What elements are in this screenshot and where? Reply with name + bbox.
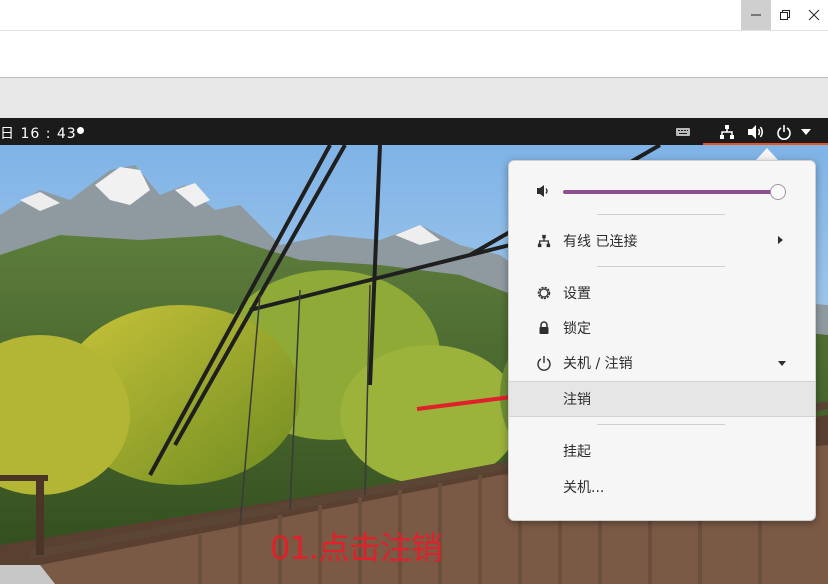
restore-button[interactable] xyxy=(770,0,800,30)
network-wired-icon xyxy=(536,233,552,249)
volume-slider-handle[interactable] xyxy=(769,184,786,200)
minimize-icon xyxy=(751,14,761,16)
system-menu: 有线 已连接 设置 锁定 关机 / 注销 注销 挂起 关机... xyxy=(508,160,816,521)
menu-pointer xyxy=(756,148,778,160)
clock[interactable]: 日 16 : 43 xyxy=(0,123,77,143)
chevron-down-icon[interactable] xyxy=(797,123,815,141)
separator xyxy=(597,266,725,267)
menu-item-power-off[interactable]: 关机... xyxy=(509,470,815,504)
menu-item-label: 挂起 xyxy=(563,444,591,460)
separator xyxy=(597,424,725,425)
active-indicator xyxy=(703,143,828,145)
volume-icon xyxy=(536,184,552,202)
chevron-down-icon xyxy=(777,355,787,371)
menu-item-label: 设置 xyxy=(563,286,591,302)
menu-item-label: 关机 / 注销 xyxy=(563,356,633,372)
restore-icon xyxy=(780,10,790,20)
window-strip xyxy=(0,78,828,118)
minimize-button[interactable] xyxy=(741,0,771,30)
window-titlebar xyxy=(0,0,828,30)
menu-item-wired[interactable]: 有线 已连接 xyxy=(509,224,815,258)
chevron-right-icon xyxy=(777,233,784,249)
menu-item-label: 关机... xyxy=(563,480,605,496)
menu-item-label: 注销 xyxy=(563,392,591,408)
notification-dot xyxy=(77,127,84,134)
gnome-top-bar: 日 16 : 43 xyxy=(0,118,828,145)
volume-slider[interactable] xyxy=(563,190,777,194)
lock-icon xyxy=(536,320,552,336)
volume-icon[interactable] xyxy=(747,123,765,141)
close-button[interactable] xyxy=(799,0,828,30)
menu-item-lock[interactable]: 锁定 xyxy=(509,311,815,345)
menu-item-power-off-logout[interactable]: 关机 / 注销 xyxy=(509,346,815,380)
power-icon xyxy=(536,355,552,371)
close-icon xyxy=(808,9,820,21)
window-toolbar xyxy=(0,30,828,79)
network-wired-icon[interactable] xyxy=(718,123,736,141)
menu-item-logout[interactable]: 注销 xyxy=(509,381,815,417)
separator xyxy=(597,214,725,215)
keyboard-icon[interactable] xyxy=(674,123,692,141)
settings-icon xyxy=(536,285,552,301)
menu-item-suspend[interactable]: 挂起 xyxy=(509,434,815,468)
menu-item-label: 有线 已连接 xyxy=(563,234,638,250)
menu-item-label: 锁定 xyxy=(563,321,591,337)
power-icon[interactable] xyxy=(775,123,793,141)
menu-item-settings[interactable]: 设置 xyxy=(509,276,815,310)
annotation-text: 01.点击注销 xyxy=(270,529,443,567)
